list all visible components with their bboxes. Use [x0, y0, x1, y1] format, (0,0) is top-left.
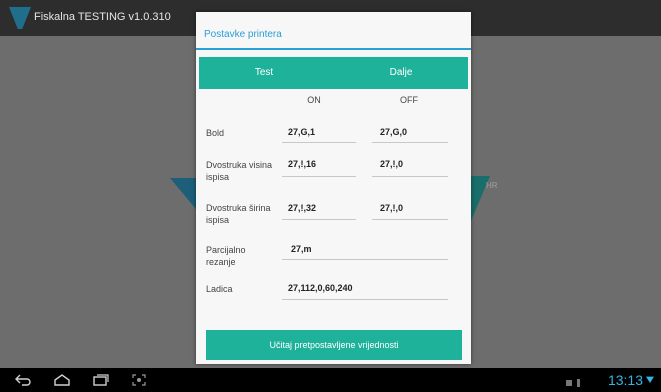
notification-icons: [565, 375, 585, 387]
double-width-off-underline: [372, 219, 448, 220]
dialog-title-divider: [196, 48, 471, 50]
system-nav-bar: 13:13: [0, 368, 661, 392]
tab-bar: Test Dalje: [199, 57, 468, 89]
drawer-underline: [282, 299, 448, 300]
row-label-partial-cut: Parcijalno rezanje: [206, 245, 246, 267]
double-height-off-input[interactable]: 27,!,0: [380, 159, 403, 169]
bold-on-underline: [282, 142, 356, 143]
wifi-icon: [646, 376, 654, 383]
double-width-off-input[interactable]: 27,!,0: [380, 203, 403, 213]
partial-cut-underline: [282, 259, 448, 260]
row-label-double-height: Dvostruka visina ispisa: [206, 160, 273, 182]
app-logo-icon: [9, 7, 31, 29]
partial-cut-input[interactable]: 27,m: [291, 244, 312, 254]
tab-dalje[interactable]: Dalje: [336, 57, 466, 89]
back-icon[interactable]: [12, 372, 34, 388]
printer-settings-dialog: Postavke printera Test Dalje ON OFF Bold…: [196, 12, 471, 364]
double-height-on-input[interactable]: 27,!,16: [288, 159, 316, 169]
load-defaults-button[interactable]: Učitaj pretpostavljene vrijednosti: [206, 330, 462, 360]
column-header-off: OFF: [400, 95, 418, 105]
bold-off-input[interactable]: 27,G,0: [380, 127, 407, 137]
double-width-on-underline: [282, 219, 356, 220]
screenshot-icon[interactable]: [128, 372, 150, 388]
double-height-on-underline: [282, 176, 356, 177]
background-hr-label: HR: [486, 181, 498, 190]
status-clock: 13:13: [607, 372, 643, 388]
drawer-input[interactable]: 27,112,0,60,240: [288, 283, 353, 293]
row-label-bold: Bold: [206, 128, 225, 138]
row-label-double-width: Dvostruka širina ispisa: [206, 203, 271, 225]
bold-on-input[interactable]: 27,G,1: [288, 127, 315, 137]
home-icon[interactable]: [51, 372, 73, 388]
tab-test[interactable]: Test: [199, 57, 329, 89]
double-width-on-input[interactable]: 27,!,32: [288, 203, 316, 213]
column-header-on: ON: [307, 95, 321, 105]
row-label-drawer: Ladica: [206, 284, 233, 294]
dialog-title: Postavke printera: [204, 29, 282, 40]
bold-off-underline: [372, 142, 448, 143]
app-title: Fiskalna TESTING v1.0.310: [34, 11, 171, 23]
recent-apps-icon[interactable]: [90, 372, 112, 388]
double-height-off-underline: [372, 176, 448, 177]
